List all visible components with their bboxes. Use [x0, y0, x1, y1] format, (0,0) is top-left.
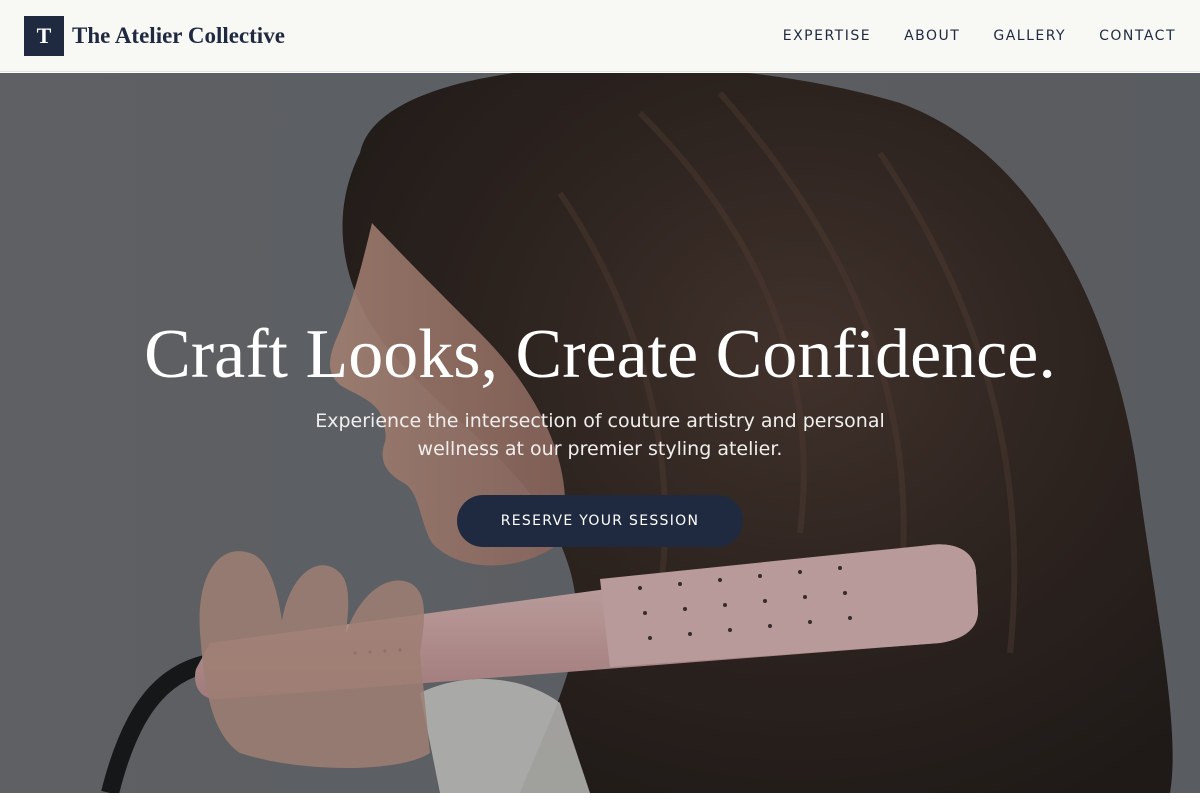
hero-content: Craft Looks, Create Confidence. Experien…	[0, 73, 1200, 793]
brand[interactable]: T The Atelier Collective	[24, 16, 285, 56]
brand-name[interactable]: The Atelier Collective	[72, 23, 285, 49]
hero-title: Craft Looks, Create Confidence.	[144, 316, 1056, 393]
nav-link-about[interactable]: ABOUT	[904, 28, 960, 44]
nav-link-expertise[interactable]: EXPERTISE	[783, 28, 871, 44]
nav-link-gallery[interactable]: GALLERY	[993, 28, 1066, 44]
site-header: T The Atelier Collective EXPERTISE ABOUT…	[0, 0, 1200, 72]
page-bottom-strip	[0, 793, 1200, 800]
brand-logo-mark[interactable]: T	[24, 16, 64, 56]
main-nav: EXPERTISE ABOUT GALLERY CONTACT	[783, 0, 1176, 72]
nav-link-contact[interactable]: CONTACT	[1099, 28, 1176, 44]
reserve-session-button[interactable]: RESERVE YOUR SESSION	[457, 495, 743, 547]
hero-subtitle: Experience the intersection of couture a…	[315, 410, 885, 460]
hero-section: Craft Looks, Create Confidence. Experien…	[0, 73, 1200, 793]
